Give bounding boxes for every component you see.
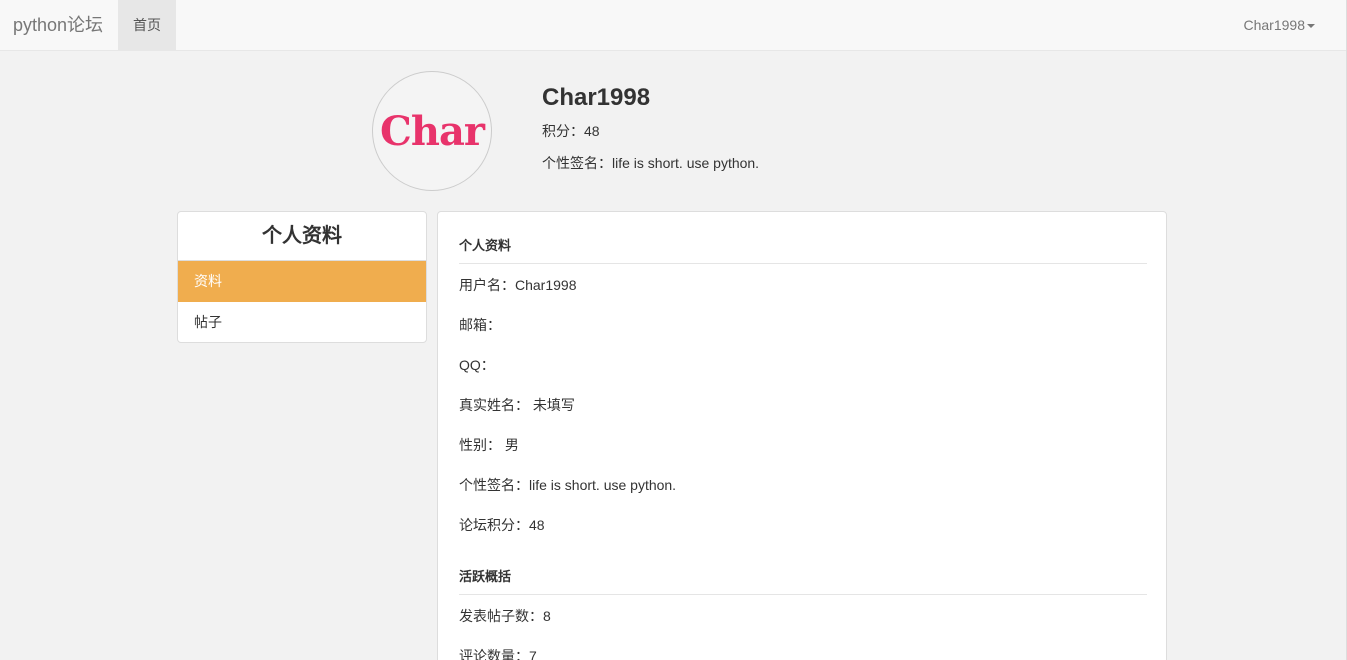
sidebar-title: 个人资料: [178, 212, 426, 261]
sidebar-item-posts[interactable]: 帖子: [178, 302, 426, 342]
field-label: 论坛积分：: [459, 517, 529, 533]
field-comment-count: 评论数量：7: [459, 646, 537, 660]
field-value: 48: [529, 517, 545, 533]
field-value: 8: [543, 608, 551, 624]
field-points: 论坛积分：48: [459, 515, 545, 535]
field-signature: 个性签名：life is short. use python.: [459, 475, 676, 495]
field-username: 用户名：Char1998: [459, 275, 577, 295]
profile-points-label: 积分：: [542, 123, 584, 139]
field-value: Char1998: [515, 277, 577, 293]
caret-down-icon: [1307, 24, 1315, 29]
sidebar-item-profile[interactable]: 资料: [178, 261, 426, 302]
profile-signature-label: 个性签名：: [542, 155, 612, 171]
field-email: 邮箱：: [459, 315, 501, 335]
field-qq: QQ：: [459, 355, 495, 375]
section-title-activity: 活跃概括: [459, 569, 512, 584]
field-label: 邮箱：: [459, 317, 501, 333]
field-value: 7: [529, 648, 537, 660]
field-value: 未填写: [529, 397, 575, 413]
field-label: 真实姓名：: [459, 397, 529, 413]
profile-username: Char1998: [542, 84, 651, 111]
field-label: 个性签名：: [459, 477, 529, 493]
field-label: 性别：: [459, 437, 501, 453]
field-label: 发表帖子数：: [459, 608, 543, 624]
section-divider: [459, 594, 1147, 595]
brand-link[interactable]: python论坛: [13, 14, 103, 36]
field-value: life is short. use python.: [529, 477, 677, 493]
profile-signature-value: life is short. use python.: [612, 155, 760, 171]
profile-sidebar: 个人资料 资料 帖子: [177, 211, 427, 343]
field-value: 男: [501, 437, 519, 453]
profile-points-value: 48: [584, 123, 600, 139]
user-dropdown[interactable]: Char1998: [1243, 0, 1315, 50]
field-gender: 性别： 男: [459, 435, 519, 455]
field-label: 用户名：: [459, 277, 515, 293]
avatar-text: Char: [380, 107, 485, 155]
field-label: 评论数量：: [459, 648, 529, 660]
nav-home-link[interactable]: 首页: [118, 0, 176, 50]
profile-signature: 个性签名：life is short. use python.: [542, 153, 759, 173]
top-navbar: python论坛 首页 Char1998: [0, 0, 1347, 51]
profile-detail-panel: 个人资料 用户名：Char1998 邮箱： QQ： 真实姓名： 未填写 性别： …: [437, 211, 1167, 660]
field-label: QQ：: [459, 357, 495, 373]
field-post-count: 发表帖子数：8: [459, 606, 551, 626]
field-realname: 真实姓名： 未填写: [459, 395, 575, 415]
profile-points: 积分：48: [542, 121, 600, 141]
avatar: Char: [372, 71, 492, 191]
section-title-profile: 个人资料: [459, 238, 512, 253]
user-dropdown-label: Char1998: [1243, 17, 1306, 33]
section-divider: [459, 263, 1147, 264]
